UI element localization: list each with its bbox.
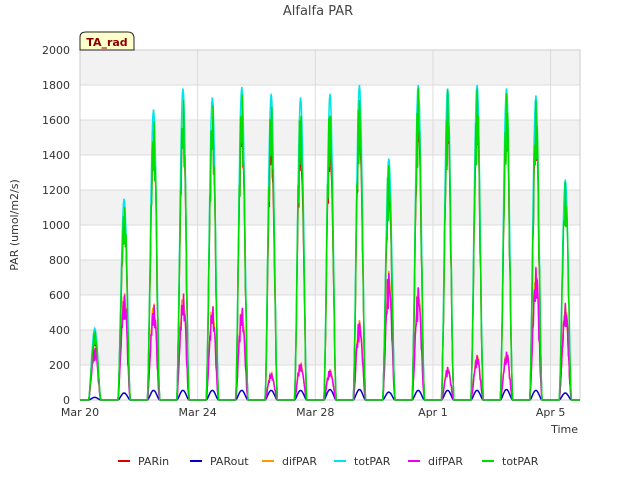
x-tick-label: Apr 1 xyxy=(418,406,448,419)
legend-label: totPAR xyxy=(502,455,539,468)
x-tick-label: Mar 28 xyxy=(296,406,334,419)
site-badge-label: TA_rad xyxy=(86,36,127,49)
chart-title: Alfalfa PAR xyxy=(283,4,353,19)
x-tick-label: Mar 24 xyxy=(179,406,217,419)
y-tick-label: 1200 xyxy=(42,184,70,197)
background-band xyxy=(80,225,580,260)
y-axis-label: PAR (umol/m2/s) xyxy=(8,179,21,271)
x-tick-label: Apr 5 xyxy=(536,406,566,419)
legend-label: totPAR xyxy=(354,455,391,468)
chart: Alfalfa PAR 0200400600800100012001400160… xyxy=(8,4,581,468)
y-tick-label: 1000 xyxy=(42,219,70,232)
y-tick-label: 600 xyxy=(49,289,70,302)
x-axis-ticks: Mar 20 Mar 24 Mar 28 Apr 1 Apr 5 xyxy=(61,406,565,419)
y-tick-label: 2000 xyxy=(42,44,70,57)
y-tick-label: 1400 xyxy=(42,149,70,162)
y-axis-ticks: 0200400600800100012001400160018002000 xyxy=(42,44,70,407)
site-badge: TA_rad xyxy=(79,31,135,51)
legend-label: difPAR xyxy=(428,455,463,468)
legend-label: PARin xyxy=(138,455,169,468)
legend-label: PARout xyxy=(210,455,249,468)
background-band xyxy=(80,260,580,295)
y-tick-label: 200 xyxy=(49,359,70,372)
y-tick-label: 400 xyxy=(49,324,70,337)
legend-label: difPAR xyxy=(282,455,317,468)
legend: PARin PARout difPAR totPAR difPAR totPAR xyxy=(118,455,539,468)
y-tick-label: 800 xyxy=(49,254,70,267)
y-tick-label: 1800 xyxy=(42,79,70,92)
x-axis-label: Time xyxy=(550,423,578,436)
x-tick-label: Mar 20 xyxy=(61,406,99,419)
background-band xyxy=(80,50,580,85)
y-tick-label: 1600 xyxy=(42,114,70,127)
